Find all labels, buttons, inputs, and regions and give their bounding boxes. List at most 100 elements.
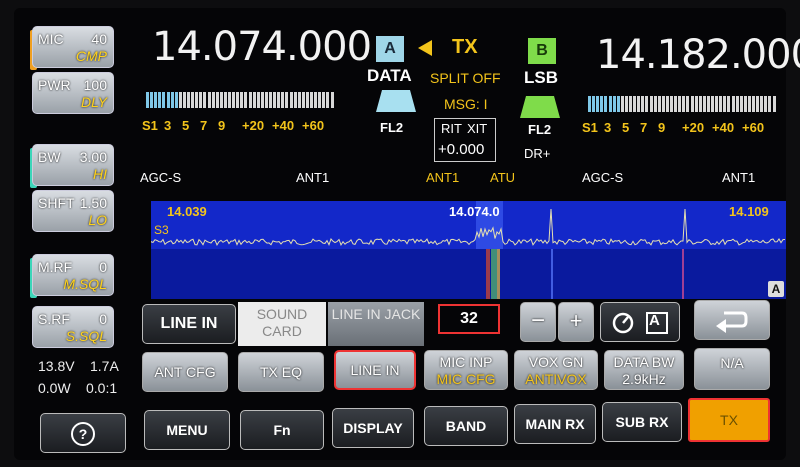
vfo-a-mode[interactable]: DATA <box>367 66 412 86</box>
agc-b-label: AGC-S <box>582 170 624 185</box>
meter-segment <box>232 92 236 108</box>
meter-segment <box>747 96 751 112</box>
tx-indicator: TX <box>452 36 478 58</box>
mic-button[interactable]: MIC 40 CMP <box>32 26 114 68</box>
mrf-button[interactable]: M.RF 0 M.SQL <box>32 254 114 296</box>
vfo-a-frequency[interactable]: 14.074.000 <box>152 24 372 70</box>
msql-label: M.SQL <box>63 276 107 292</box>
line-in-jack-button[interactable]: LINE IN JACK <box>328 302 424 346</box>
meter-segment <box>661 96 665 112</box>
meter-scale-label: +20 <box>682 120 705 135</box>
pwr-button[interactable]: PWR 100 DLY <box>32 72 114 114</box>
return-button[interactable] <box>694 300 770 340</box>
waterfall-corner-badge[interactable]: A <box>768 281 784 297</box>
menu-button[interactable]: MENU <box>144 410 230 450</box>
tx-eq-button[interactable]: TX EQ <box>238 352 324 392</box>
power-readout: 0.0W <box>38 380 71 396</box>
vox-gn-button[interactable]: VOX GN ANTIVOX <box>514 350 598 390</box>
level-value[interactable]: 32 <box>438 304 500 334</box>
dly-label: DLY <box>81 94 107 110</box>
meter-segment <box>715 96 719 112</box>
meter-scale-label: +40 <box>272 118 295 133</box>
atu-label[interactable]: ATU <box>490 170 515 185</box>
help-button[interactable]: ? <box>40 413 126 453</box>
plus-button[interactable]: + <box>558 302 594 342</box>
pwr-value: 100 <box>83 77 107 93</box>
vfo-b-mode[interactable]: LSB <box>524 68 558 88</box>
meter-segment <box>154 92 158 108</box>
meter-segment <box>665 96 669 112</box>
vfo-b-badge[interactable]: B <box>528 38 556 64</box>
split-status[interactable]: SPLIT OFF <box>430 70 501 86</box>
display-button[interactable]: DISPLAY <box>332 408 414 448</box>
meter-scale-label: +40 <box>712 120 735 135</box>
meter-segment <box>633 96 637 112</box>
sub-rx-button[interactable]: SUB RX <box>602 402 682 442</box>
return-icon <box>716 311 748 333</box>
line-in-button[interactable]: LINE IN <box>142 304 236 344</box>
minus-button[interactable]: − <box>520 302 556 342</box>
filter-b-icon <box>520 96 560 118</box>
meter-segment <box>264 92 268 108</box>
main-rx-button[interactable]: MAIN RX <box>514 404 596 444</box>
mic-inp-button[interactable]: MIC INP MIC CFG <box>424 350 508 390</box>
meter-segment <box>158 92 162 108</box>
sound-card-label: SOUND CARD <box>256 306 308 339</box>
hi-label: HI <box>93 166 107 182</box>
meter-segment <box>297 92 301 108</box>
svg-text:?: ? <box>79 426 88 442</box>
waterfall-display[interactable]: A <box>151 249 786 299</box>
srf-label: S.RF <box>38 311 70 327</box>
rit-xit-box[interactable]: RIT XIT +0.000 <box>434 118 496 162</box>
sound-card-button[interactable]: SOUND CARD <box>238 302 326 346</box>
pwr-label: PWR <box>38 77 71 93</box>
auto-controls-icon <box>612 312 668 334</box>
auto-badge: A <box>649 312 660 329</box>
tx-button[interactable]: TX <box>688 398 770 442</box>
bw-button[interactable]: BW 3.00 HI <box>32 144 114 186</box>
meter-scale-label: 7 <box>640 120 648 135</box>
fn-button[interactable]: Fn <box>240 410 324 450</box>
meter-segment <box>289 92 293 108</box>
mic-value: 40 <box>91 31 107 47</box>
meter-scale-label: 7 <box>200 118 208 133</box>
line-in-jack-label: LINE IN JACK <box>331 306 421 322</box>
meter-segment <box>305 92 309 108</box>
data-bw-button[interactable]: DATA BW 2.9kHz <box>604 350 684 390</box>
meter-segment <box>182 92 186 108</box>
meter-segment <box>690 96 694 112</box>
meter-segment <box>588 96 591 112</box>
meter-segment <box>326 92 330 108</box>
meter-segment <box>244 92 248 108</box>
meter-segment <box>653 96 657 112</box>
shft-button[interactable]: SHFT 1.50 LO <box>32 190 114 232</box>
meter-scale-label: 5 <box>182 118 190 133</box>
swr-readout: 0.0:1 <box>86 380 118 396</box>
meter-segment <box>694 96 698 112</box>
meter-segment <box>252 92 256 108</box>
meter-segment <box>207 92 211 108</box>
meter-scale-label: S1 <box>142 118 158 133</box>
spectrum-display[interactable]: 14.039 14.074.0 14.109 S3 <box>151 201 786 249</box>
vfo-a-badge[interactable]: A <box>376 36 404 62</box>
meter-segment <box>608 96 612 112</box>
waterfall-streak <box>551 249 553 299</box>
meter-segment <box>211 92 215 108</box>
band-button[interactable]: BAND <box>424 406 508 446</box>
waterfall-streak <box>486 249 490 299</box>
meter-segment <box>318 92 322 108</box>
srf-value: 0 <box>99 311 107 327</box>
msg-status: MSG: I <box>444 96 488 112</box>
na-button[interactable]: N/A <box>694 348 770 390</box>
auto-button[interactable]: A <box>600 302 680 342</box>
ant-cfg-button[interactable]: ANT CFG <box>142 352 228 392</box>
meter-scale-label: +60 <box>302 118 325 133</box>
meter-segment <box>199 92 203 108</box>
vfo-b-frequency[interactable]: 14.182.000 <box>596 32 800 78</box>
meter-segment <box>174 92 178 108</box>
meter-segment <box>624 96 628 112</box>
srf-button[interactable]: S.RF 0 S.SQL <box>32 306 114 348</box>
meter-segment <box>236 92 240 108</box>
meter-segment <box>604 96 608 112</box>
line-in-cfg-button[interactable]: LINE IN <box>334 350 416 390</box>
